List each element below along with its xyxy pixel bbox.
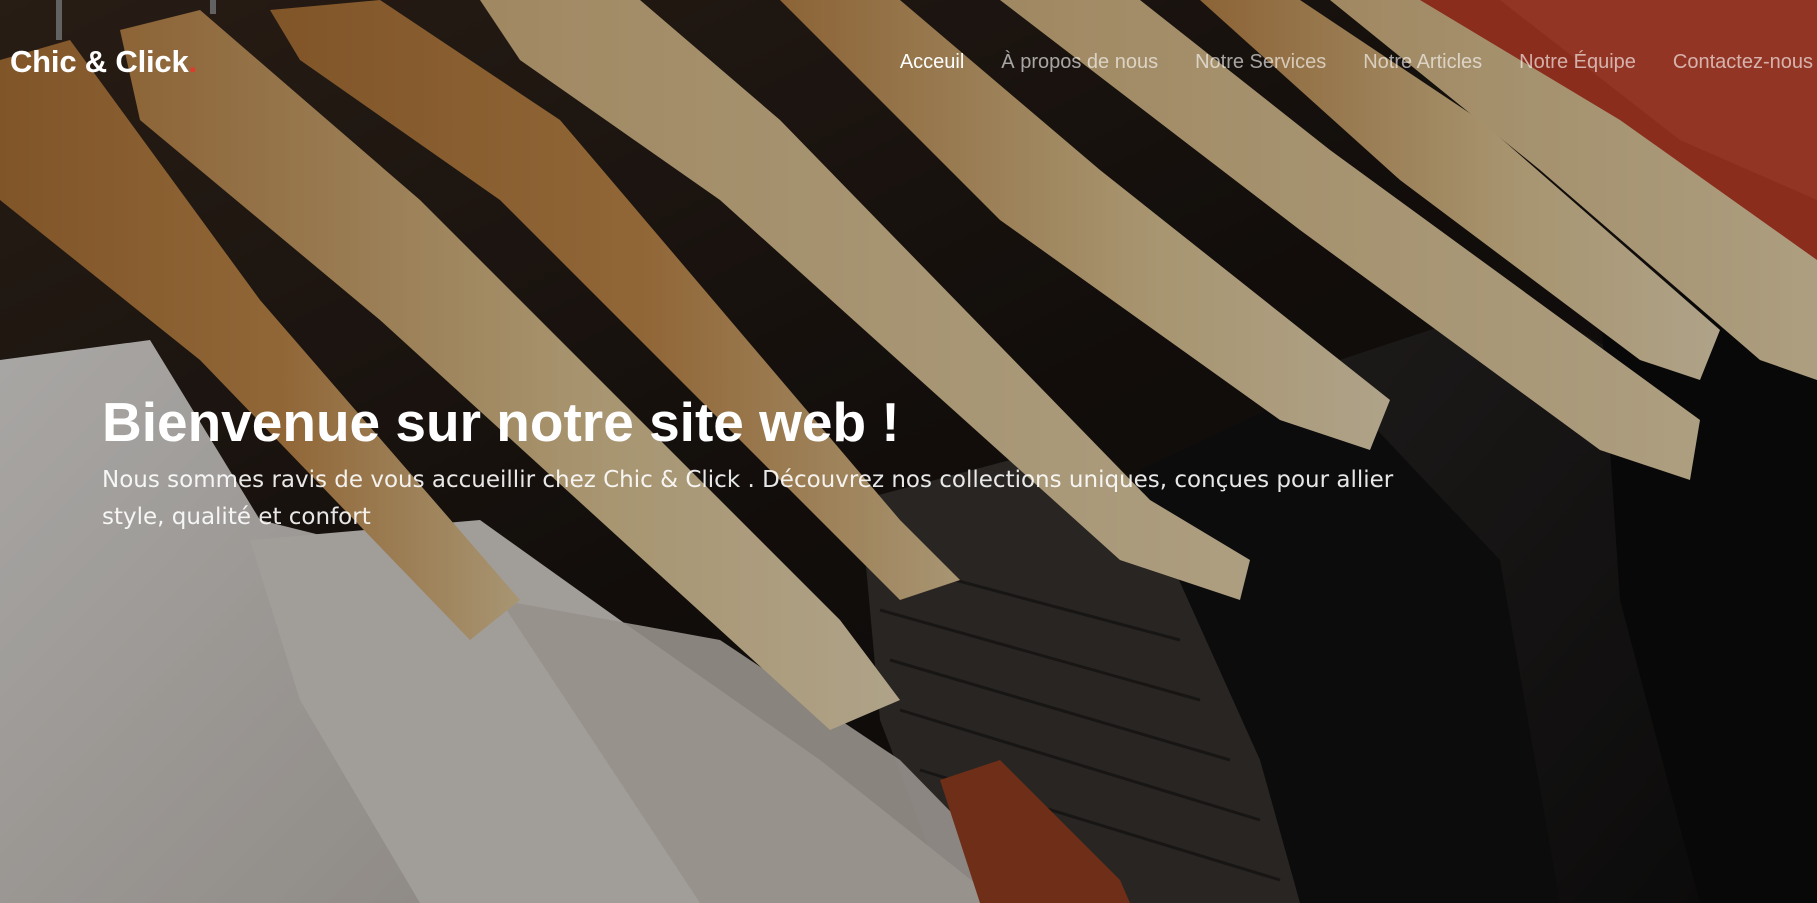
nav-link-contact[interactable]: Contactez-nous <box>1673 51 1813 74</box>
nav-link-equipe[interactable]: Notre Équipe <box>1519 51 1636 74</box>
brand-logo[interactable]: Chic & Click. <box>10 44 197 80</box>
hero-subtitle: Nous sommes ravis de vous accueillir che… <box>102 467 1394 530</box>
main-navbar: Chic & Click. Acceuil À propos de nous N… <box>0 0 1817 126</box>
nav-menu: Acceuil À propos de nous Notre Services … <box>900 51 1813 74</box>
nav-link-a-propos[interactable]: À propos de nous <box>1001 51 1158 74</box>
hero-content: Bienvenue sur notre site web ! Nous somm… <box>102 388 1422 536</box>
nav-link-articles[interactable]: Notre Articles <box>1363 51 1482 74</box>
nav-link-services[interactable]: Notre Services <box>1195 51 1326 74</box>
nav-link-acceuil[interactable]: Acceuil <box>900 51 964 74</box>
brand-dot: . <box>188 44 197 79</box>
hero-section: Chic & Click. Acceuil À propos de nous N… <box>0 0 1817 903</box>
hero-title: Bienvenue sur notre site web ! <box>102 391 900 453</box>
brand-name: Chic & Click <box>10 44 189 79</box>
